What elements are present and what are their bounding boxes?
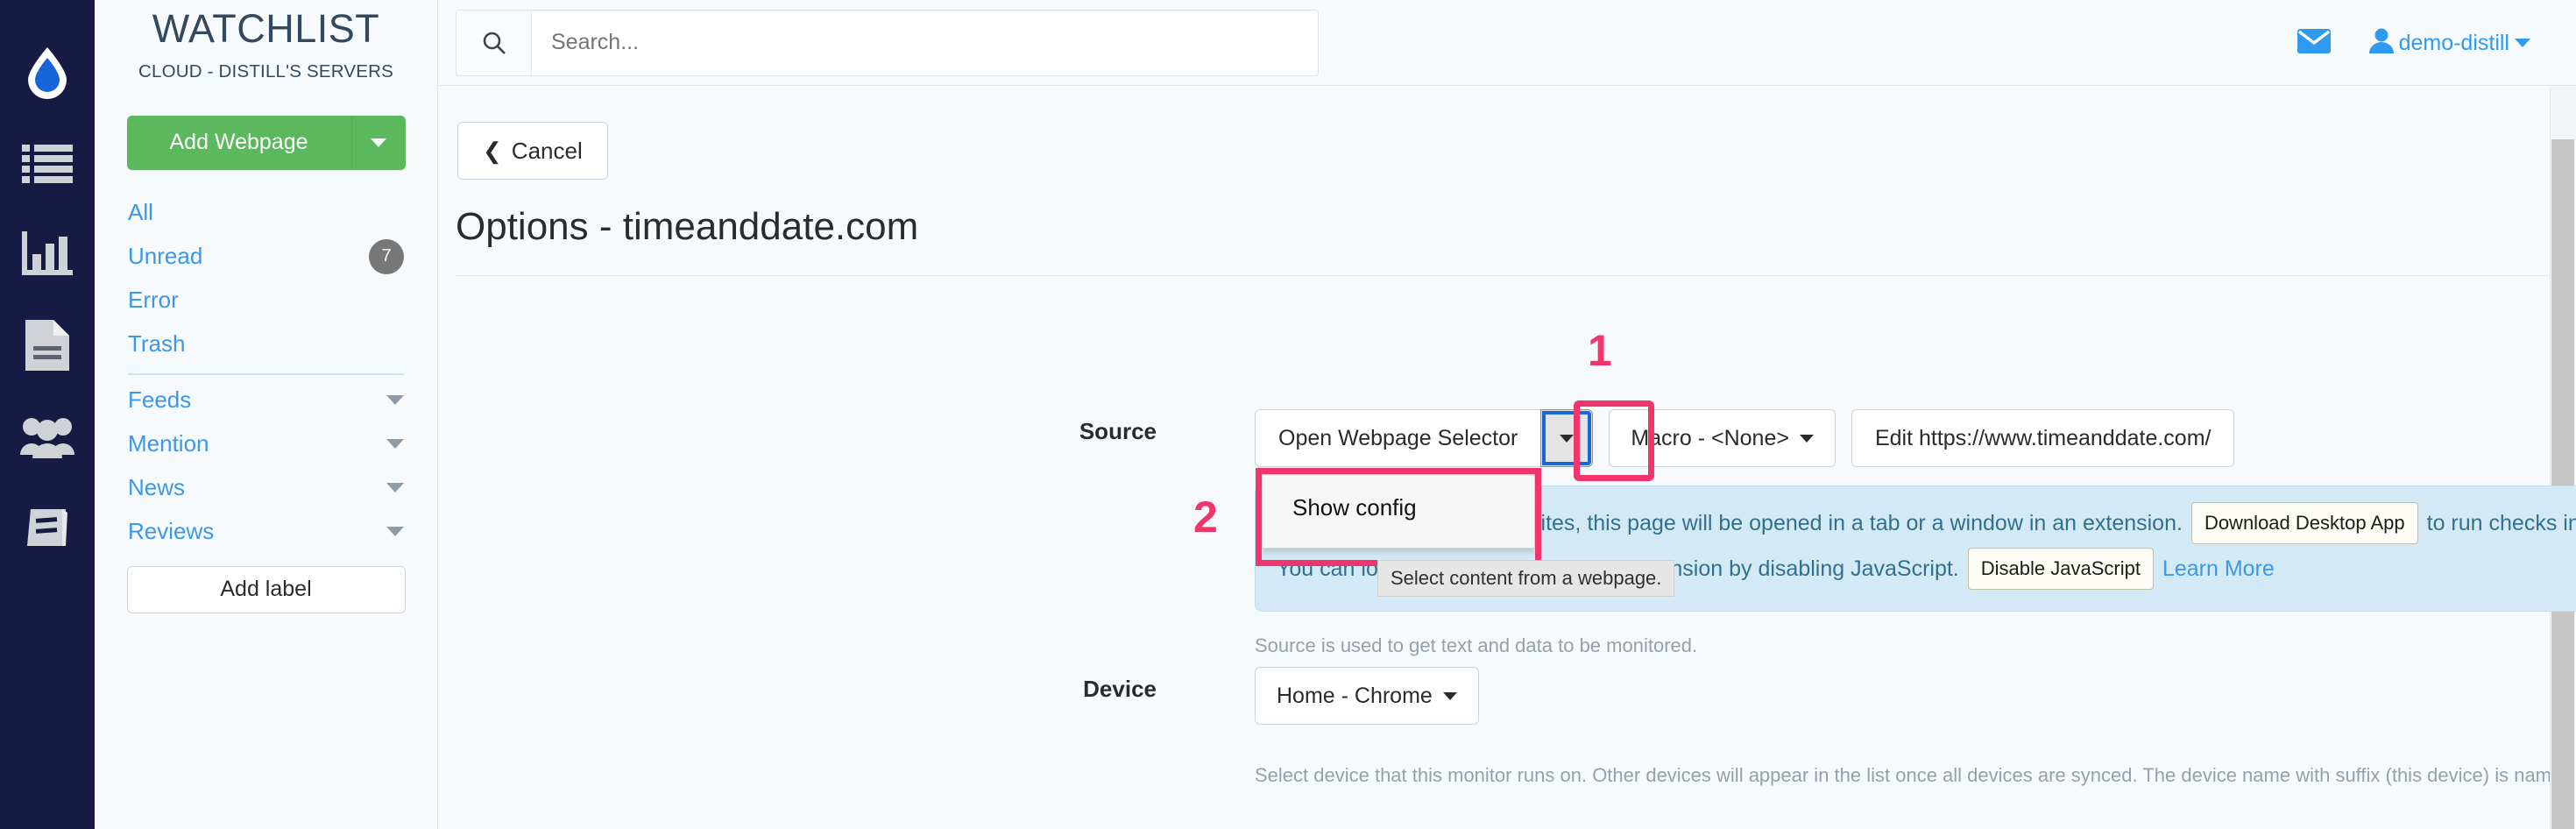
source-helper-text: Source is used to get text and data to b… — [1255, 634, 1698, 656]
sidebar-item-label: Mention — [128, 430, 209, 457]
chart-bar-icon[interactable] — [0, 209, 95, 300]
device-helper-text: Select device that this monitor runs on.… — [1255, 764, 2576, 786]
source-tooltip: Select content from a webpage. — [1377, 560, 1675, 597]
macro-button-label: Macro - <None> — [1631, 425, 1789, 450]
chevron-down-icon — [2515, 39, 2530, 47]
download-desktop-app-button[interactable]: Download Desktop App — [2190, 502, 2418, 544]
source-selector-split-button: Open Webpage Selector — [1255, 409, 1594, 467]
sidebar-nav: All Unread 7 Error Trash Feeds Mention N… — [95, 191, 437, 554]
chevron-down-icon[interactable] — [386, 439, 404, 449]
sidebar: WATCHLIST CLOUD - DISTILL'S SERVERS Add … — [95, 0, 438, 829]
add-webpage-dropdown-toggle[interactable] — [350, 115, 406, 170]
menu-item-show-config[interactable]: Show config — [1263, 484, 1534, 532]
chevron-down-icon[interactable] — [386, 527, 404, 536]
sidebar-item-unread[interactable]: Unread 7 — [128, 235, 404, 279]
user-menu-button[interactable]: demo-distill — [2368, 27, 2530, 60]
chevron-down-icon — [1560, 434, 1575, 443]
source-dropdown-menu: Show config — [1262, 474, 1535, 549]
chevron-down-icon — [1799, 434, 1814, 443]
chevron-down-icon — [371, 138, 386, 147]
device-select-value: Home - Chrome — [1277, 683, 1433, 708]
sidebar-item-label: Unread — [128, 243, 203, 269]
learn-more-link[interactable]: Learn More — [2162, 556, 2275, 582]
search-input[interactable] — [532, 10, 1318, 75]
sidebar-item-label: All — [128, 199, 153, 225]
source-dropdown-toggle[interactable] — [1540, 409, 1594, 467]
people-icon[interactable] — [0, 391, 95, 482]
sidebar-item-trash[interactable]: Trash — [128, 322, 404, 366]
add-webpage-group: Add Webpage — [126, 115, 406, 170]
search-icon[interactable] — [456, 10, 532, 75]
sidebar-item-label: Feeds — [128, 386, 192, 413]
scrollbar-thumb[interactable] — [2551, 139, 2574, 829]
watchlist-subtitle: CLOUD - DISTILL'S SERVERS — [138, 60, 394, 81]
cancel-button-label: Cancel — [511, 137, 583, 164]
top-bar: demo-distill — [438, 0, 2576, 86]
book-icon[interactable] — [0, 482, 95, 573]
chevron-down-icon — [1442, 691, 1457, 700]
username-label: demo-distill — [2398, 30, 2509, 55]
annotation-marker-2: 2 — [1193, 492, 1218, 542]
logo-droplet-icon[interactable] — [0, 26, 95, 117]
icon-rail — [0, 0, 95, 829]
annotation-marker-1: 1 — [1588, 326, 1612, 375]
unread-count-badge: 7 — [369, 238, 404, 274]
user-icon — [2368, 27, 2394, 60]
device-field-label: Device — [1083, 676, 1157, 702]
sidebar-item-news[interactable]: News — [128, 466, 404, 510]
top-bar-right: demo-distill — [2296, 0, 2530, 86]
page-title: Options - timeanddate.com — [456, 205, 919, 248]
document-icon[interactable] — [0, 300, 95, 391]
open-webpage-selector-button[interactable]: Open Webpage Selector — [1255, 409, 1541, 467]
macro-button[interactable]: Macro - <None> — [1609, 409, 1836, 467]
source-field-label: Source — [1079, 418, 1157, 444]
main-content: ❮ Cancel Options - timeanddate.com Sourc… — [438, 87, 2576, 829]
edit-url-button[interactable]: Edit https://www.timeanddate.com/ — [1851, 409, 2235, 467]
chevron-left-icon: ❮ — [483, 137, 502, 164]
alert-line1-text-post: to run checks in background. — [2426, 510, 2576, 535]
sidebar-item-all[interactable]: All — [128, 191, 404, 235]
device-select-button[interactable]: Home - Chrome — [1255, 667, 1479, 725]
disable-javascript-button[interactable]: Disable JavaScript — [1967, 548, 2154, 590]
sidebar-item-error[interactable]: Error — [128, 279, 404, 322]
chevron-down-icon[interactable] — [386, 483, 404, 492]
cancel-button[interactable]: ❮ Cancel — [457, 122, 608, 180]
sidebar-item-reviews[interactable]: Reviews — [128, 510, 404, 554]
title-divider — [456, 275, 2550, 276]
chevron-down-icon[interactable] — [386, 395, 404, 405]
watchlist-title: WATCHLIST — [152, 6, 380, 51]
add-label-button[interactable]: Add label — [126, 565, 406, 613]
sidebar-item-feeds[interactable]: Feeds — [128, 379, 404, 422]
app-root: WATCHLIST CLOUD - DISTILL'S SERVERS Add … — [0, 0, 2576, 829]
vertical-scrollbar[interactable] — [2550, 87, 2576, 829]
sidebar-divider — [128, 372, 404, 375]
sidebar-item-mention[interactable]: Mention — [128, 422, 404, 466]
sidebar-item-label: Error — [128, 287, 179, 313]
envelope-icon[interactable] — [2296, 28, 2331, 58]
add-webpage-button[interactable]: Add Webpage — [126, 115, 351, 170]
sidebar-item-label: News — [128, 474, 186, 500]
search-box — [456, 9, 1319, 76]
sidebar-item-label: Reviews — [128, 518, 215, 544]
sidebar-item-label: Trash — [128, 330, 186, 357]
list-icon[interactable] — [0, 117, 95, 209]
source-controls: Open Webpage Selector Macro - <None> Edi… — [1255, 409, 2235, 467]
